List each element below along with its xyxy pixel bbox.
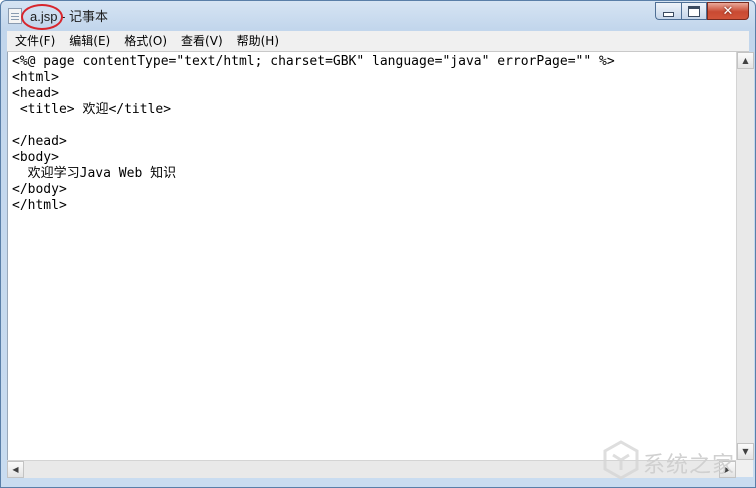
arrow-down-icon: ▼ [742,447,749,456]
editor-content[interactable]: <%@ page contentType="text/html; charset… [8,52,737,214]
scroll-left-button[interactable]: ◀ [7,461,24,478]
scrollbar-corner [736,460,753,477]
menu-file[interactable]: 文件(F) [9,31,61,51]
close-icon: ✕ [722,3,734,19]
maximize-icon [688,5,700,17]
menu-view[interactable]: 查看(V) [175,31,229,51]
arrow-up-icon: ▲ [742,56,749,65]
window-controls: ✕ [655,2,749,20]
watermark-logo-icon [603,440,639,480]
maximize-button[interactable] [681,2,707,20]
arrow-left-icon: ◀ [12,465,19,474]
menu-edit[interactable]: 编辑(E) [63,31,116,51]
red-annotation-circle [21,4,63,30]
minimize-icon [663,12,674,17]
menu-bar: 文件(F) 编辑(E) 格式(O) 查看(V) 帮助(H) [7,31,749,52]
notepad-window: a.jsp - 记事本 ✕ 文件(F) 编辑(E) 格式(O) 查看(V) 帮助… [0,0,756,488]
scroll-up-button[interactable]: ▲ [737,52,754,69]
close-button[interactable]: ✕ [707,2,749,20]
notepad-app-icon[interactable] [8,8,22,24]
app-name: - 记事本 [57,9,109,24]
title-bar[interactable]: a.jsp - 记事本 ✕ [1,1,755,31]
menu-help[interactable]: 帮助(H) [231,31,285,51]
scroll-down-button[interactable]: ▼ [737,443,754,460]
vertical-scrollbar[interactable]: ▲ ▼ [736,52,754,460]
minimize-button[interactable] [655,2,681,20]
menu-format[interactable]: 格式(O) [118,31,173,51]
watermark-text: 系统之家 [643,453,736,478]
text-editor-area[interactable]: <%@ page contentType="text/html; charset… [7,52,737,460]
